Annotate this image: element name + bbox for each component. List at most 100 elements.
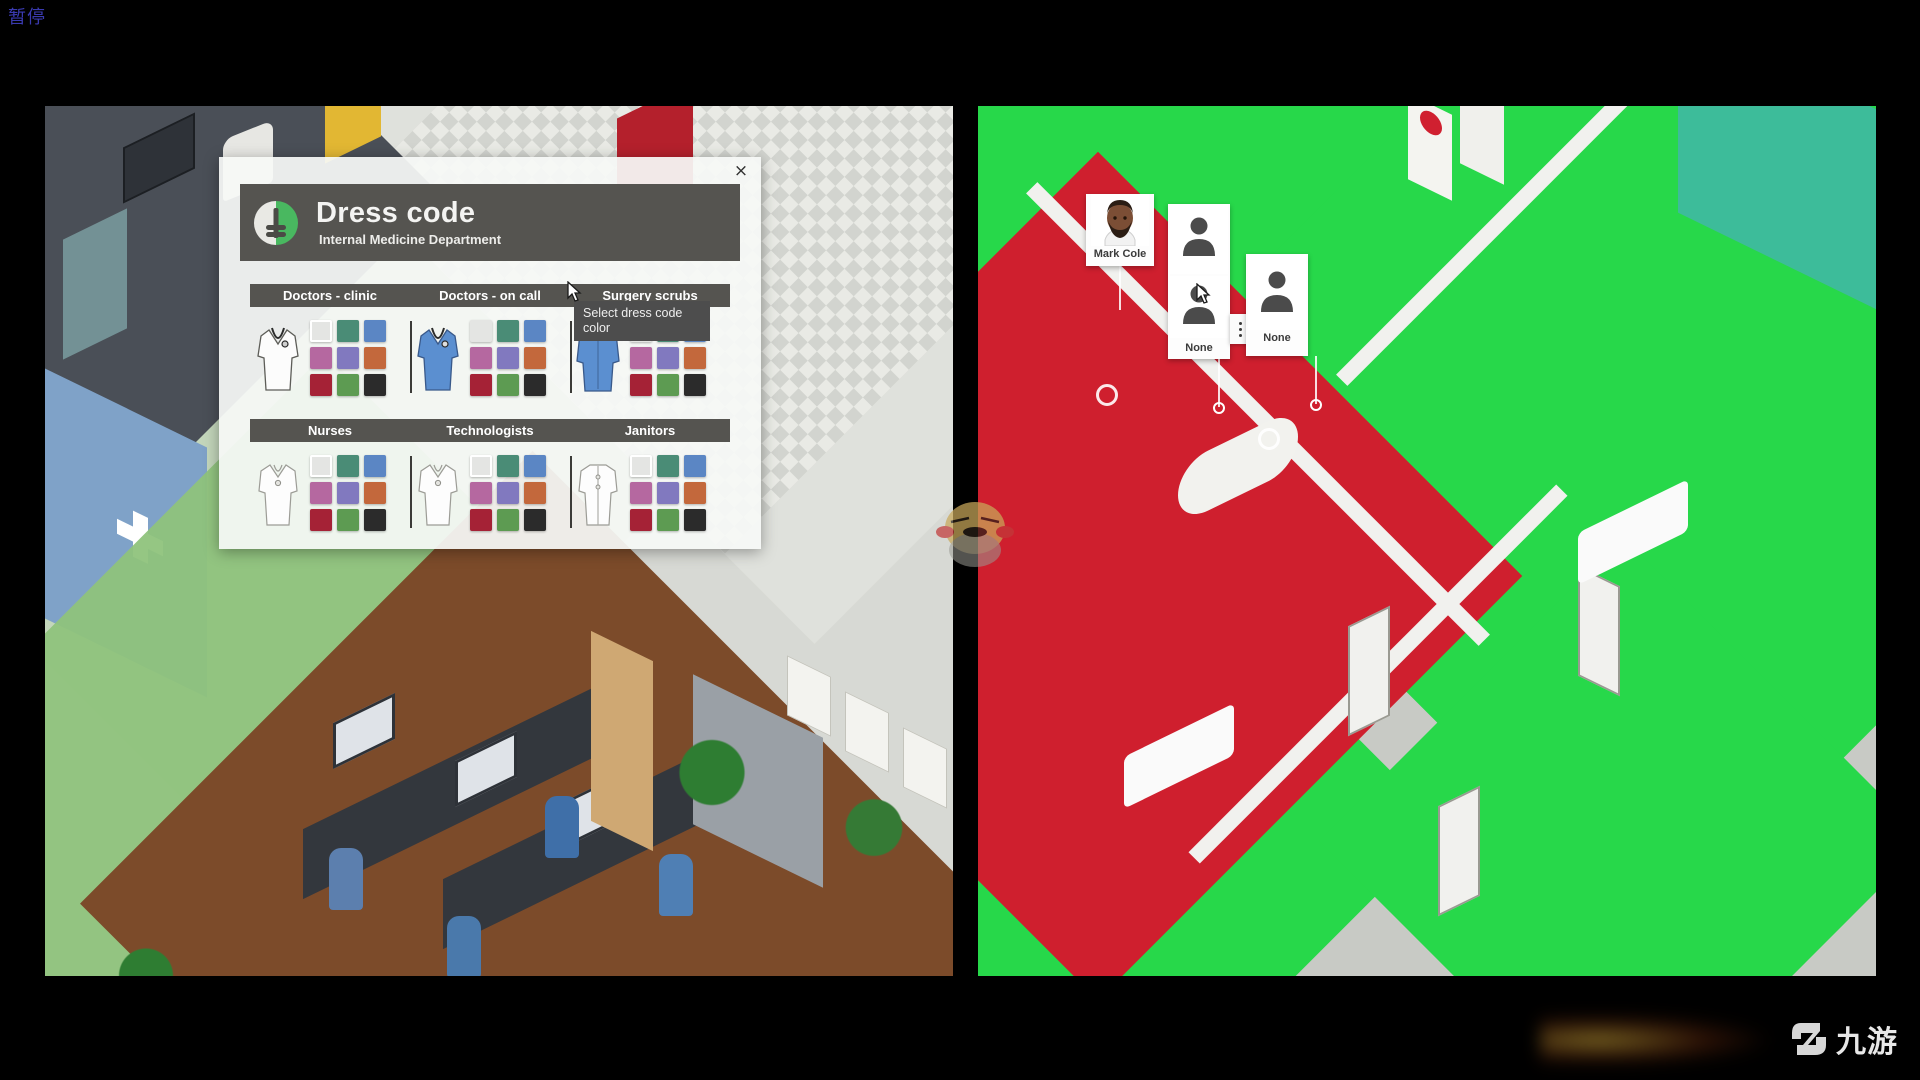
color-swatch-pink[interactable] xyxy=(630,482,652,504)
color-swatch-green[interactable] xyxy=(337,374,359,396)
jiuyou-logo-icon xyxy=(1789,1019,1829,1059)
color-swatch-blue[interactable] xyxy=(364,455,386,477)
color-swatch-black[interactable] xyxy=(524,374,546,396)
male-bearded-portrait xyxy=(1091,194,1149,246)
watermark: 九游 xyxy=(1789,1016,1898,1062)
color-swatch-orange[interactable] xyxy=(524,347,546,369)
color-swatch-crimson[interactable] xyxy=(630,374,652,396)
right-game-viewport[interactable]: Mark Cole None None xyxy=(978,106,1876,976)
door-c[interactable] xyxy=(1438,785,1480,917)
color-swatch-white[interactable] xyxy=(310,320,332,342)
color-swatch-purple[interactable] xyxy=(657,482,679,504)
uniform-group-row-2 xyxy=(250,450,730,536)
door-b[interactable] xyxy=(1578,565,1620,697)
color-swatch-teal[interactable] xyxy=(337,455,359,477)
color-swatch-green[interactable] xyxy=(337,509,359,531)
color-swatch-orange[interactable] xyxy=(684,482,706,504)
color-swatch-blue[interactable] xyxy=(524,320,546,342)
color-swatch-teal[interactable] xyxy=(657,455,679,477)
staff-card-mark-cole[interactable]: Mark Cole xyxy=(1086,194,1154,266)
category-label-technologists: Technologists xyxy=(446,423,534,438)
color-swatch-teal[interactable] xyxy=(497,455,519,477)
dialog-subtitle: Internal Medicine Department xyxy=(319,232,502,247)
close-icon[interactable]: × xyxy=(729,159,753,183)
color-swatch-blue[interactable] xyxy=(684,455,706,477)
uniform-group-technologists xyxy=(410,450,570,536)
person-placeholder-icon-bottom xyxy=(1170,276,1228,338)
staff-sprite-4[interactable] xyxy=(447,916,481,976)
person-placeholder-icon-top xyxy=(1170,204,1228,274)
color-swatch-purple[interactable] xyxy=(337,347,359,369)
color-swatch-pink[interactable] xyxy=(310,347,332,369)
color-swatch-orange[interactable] xyxy=(524,482,546,504)
white-janitor-tunic-icon xyxy=(570,457,626,529)
color-swatch-green[interactable] xyxy=(657,509,679,531)
category-label-janitors: Janitors xyxy=(624,423,676,438)
color-swatch-purple[interactable] xyxy=(337,482,359,504)
white-nurse-tunic-icon xyxy=(250,457,306,529)
color-swatch-pink[interactable] xyxy=(470,347,492,369)
color-swatch-orange[interactable] xyxy=(364,347,386,369)
staff-card-none-1[interactable]: None xyxy=(1168,204,1230,359)
potted-plant-a xyxy=(109,944,183,976)
color-swatch-crimson[interactable] xyxy=(310,509,332,531)
category-label-nurses: Nurses xyxy=(307,423,353,438)
color-swatch-teal[interactable] xyxy=(497,320,519,342)
staff-card-none-2[interactable]: None xyxy=(1246,254,1308,356)
color-swatch-pink[interactable] xyxy=(630,347,652,369)
color-swatch-black[interactable] xyxy=(684,509,706,531)
color-swatch-green[interactable] xyxy=(497,374,519,396)
color-swatch-green[interactable] xyxy=(497,509,519,531)
color-swatch-orange[interactable] xyxy=(684,347,706,369)
color-swatch-black[interactable] xyxy=(684,374,706,396)
staff-sprite-3[interactable] xyxy=(659,854,693,916)
color-swatch-white[interactable] xyxy=(470,455,492,477)
color-swatch-white[interactable] xyxy=(310,455,332,477)
category-bar-row-2: Nurses Technologists Janitors xyxy=(250,419,730,442)
color-swatch-crimson[interactable] xyxy=(310,374,332,396)
color-swatch-crimson[interactable] xyxy=(630,509,652,531)
color-swatch-purple[interactable] xyxy=(497,482,519,504)
color-swatch-blue[interactable] xyxy=(524,455,546,477)
staff-sprite-2[interactable] xyxy=(545,796,579,858)
floor-marker-a xyxy=(1096,384,1118,406)
person-placeholder-icon xyxy=(1248,254,1306,330)
white-coat-stethoscope-icon xyxy=(250,322,306,394)
dress-code-dialog[interactable]: × Dress code Internal Medicine Departmen… xyxy=(219,157,761,549)
dialog-title: Dress code xyxy=(316,197,476,229)
staff-sprite-1[interactable] xyxy=(329,848,363,910)
color-swatch-white[interactable] xyxy=(470,320,492,342)
color-swatch-grid-doctors-on-call[interactable] xyxy=(470,320,546,396)
color-swatch-purple[interactable] xyxy=(657,347,679,369)
floor-marker-b xyxy=(1258,428,1280,450)
left-game-viewport[interactable]: × Dress code Internal Medicine Departmen… xyxy=(45,106,953,976)
color-swatch-black[interactable] xyxy=(524,509,546,531)
game-screen: 暂停 × Dress code Internal Medicine Depart… xyxy=(0,0,1920,1080)
potted-plant-c xyxy=(837,794,911,890)
color-swatch-grid-nurses[interactable] xyxy=(310,455,386,531)
stomach-organ-icon xyxy=(254,200,298,245)
card-anchor-dot-3 xyxy=(1310,399,1322,411)
color-swatch-pink[interactable] xyxy=(310,482,332,504)
white-tech-tunic-icon xyxy=(410,457,466,529)
color-swatch-purple[interactable] xyxy=(497,347,519,369)
color-swatch-blue[interactable] xyxy=(364,320,386,342)
color-swatch-green[interactable] xyxy=(657,374,679,396)
color-swatch-black[interactable] xyxy=(364,374,386,396)
color-swatch-grid-janitors[interactable] xyxy=(630,455,706,531)
dialog-header: Dress code Internal Medicine Department xyxy=(240,184,740,261)
door-a[interactable] xyxy=(1348,605,1390,737)
color-swatch-pink[interactable] xyxy=(470,482,492,504)
uniform-group-doctors-on-call xyxy=(410,315,570,401)
blue-scrubs-stethoscope-icon xyxy=(410,322,466,394)
color-swatch-grid-technologists[interactable] xyxy=(470,455,546,531)
color-swatch-teal[interactable] xyxy=(337,320,359,342)
color-swatch-black[interactable] xyxy=(364,509,386,531)
color-swatch-orange[interactable] xyxy=(364,482,386,504)
bookshelf xyxy=(591,630,653,852)
color-swatch-crimson[interactable] xyxy=(470,509,492,531)
color-swatch-grid-doctors-clinic[interactable] xyxy=(310,320,386,396)
watermark-text: 九游 xyxy=(1836,1025,1898,1060)
color-swatch-white[interactable] xyxy=(630,455,652,477)
color-swatch-crimson[interactable] xyxy=(470,374,492,396)
